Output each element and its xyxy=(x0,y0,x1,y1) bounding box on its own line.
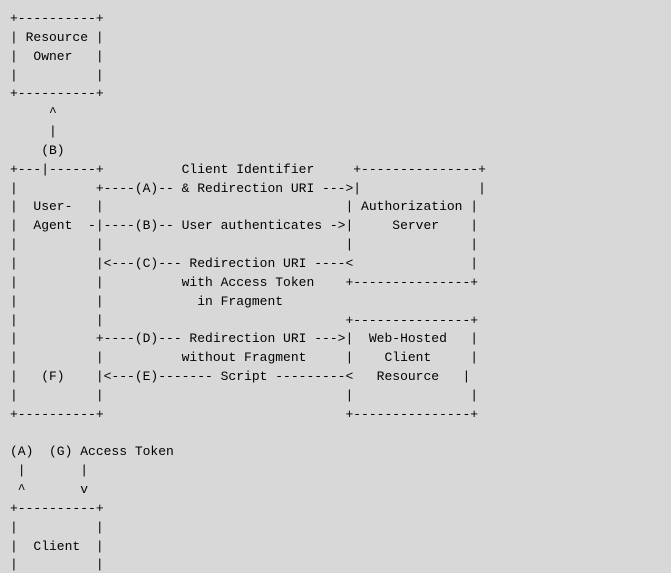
diagram-container: +----------+ | Resource | | Owner | | | … xyxy=(0,0,671,573)
flow-diagram: +----------+ | Resource | | Owner | | | … xyxy=(10,10,661,573)
